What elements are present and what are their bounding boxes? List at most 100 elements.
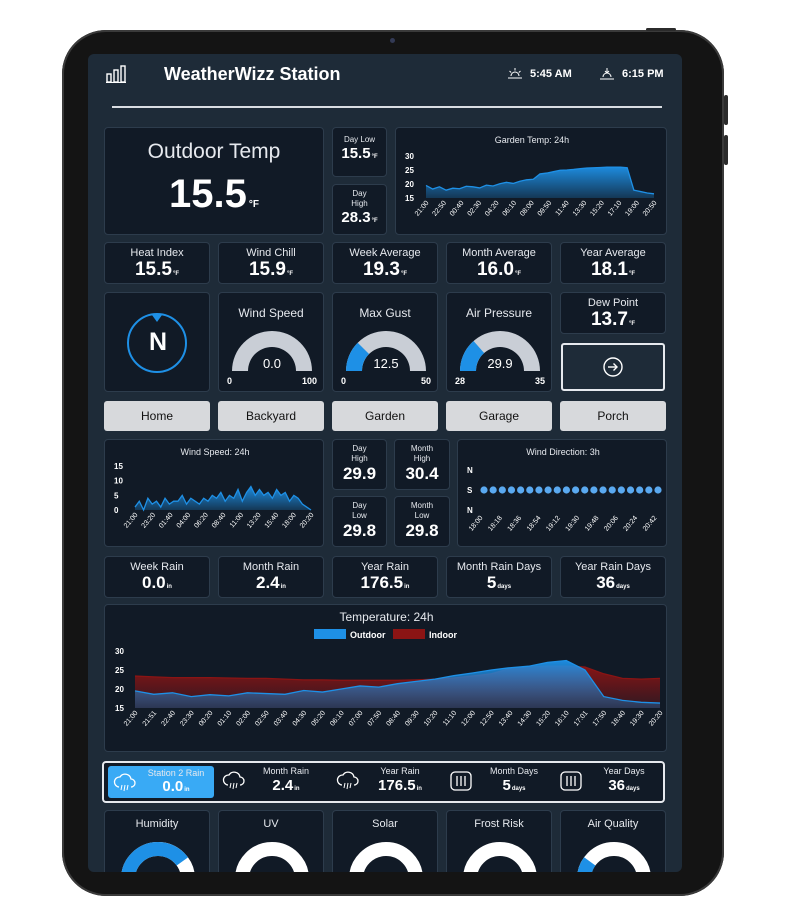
rain-bar-item[interactable]: Year Days 36days [560,766,666,799]
rain-cloud-icon [222,771,245,790]
temperature-chart: Temperature: 24h3025201521:00 21:51 22:40 2… [115,610,665,728]
y-tick-label: 0 [114,506,119,515]
rain-stat-value: 2.4 [256,573,280,592]
rain-stat-unit: in [404,584,410,590]
x-tick-label: 06:20 [193,512,210,530]
rain-stat-label: Month Rain Days [456,561,542,573]
gauge-value: 0.0 [263,356,281,371]
gauge-dial: 29.9 28 35 [455,331,545,386]
temp-stat-value: 18.1 [590,259,628,280]
rain-stat-label: Month Rain [242,561,300,573]
legend-swatch [393,629,425,639]
outdoor-temp-unit: °F [248,199,259,210]
dew-point-label: Dew Point [587,297,639,309]
location-button[interactable]: Home [104,401,210,431]
rain-stat-card: Month Rain Days 5days [446,556,552,598]
rain-stat-value: 0.0 [142,573,166,592]
x-tick-label: 05:20 [310,710,327,728]
x-tick-label: 01:40 [158,512,175,530]
x-tick-label: 00:20 [198,710,215,728]
day-high-label-2: High [351,199,368,208]
direction-point [571,486,580,494]
rain-bar-label: Month Days [489,766,539,776]
rain-stat-unit: days [616,584,630,590]
chart-title: Garden Temp: 24h [495,135,569,145]
x-tick-label: 18:18 [487,515,504,533]
rain-bar-item[interactable]: Month Days 5days [450,766,556,799]
y-tick-label: 30 [405,152,414,161]
x-tick-label: 02:00 [235,710,252,728]
temp-stat-unit: °F [286,271,294,277]
rain-bar-item[interactable]: Month Rain 2.4in [222,766,328,799]
x-tick-label: 21:51 [142,710,159,728]
x-tick-label: 19:30 [629,710,646,728]
y-tick-label: 15 [114,462,123,471]
location-button[interactable]: Backyard [218,401,324,431]
location-button[interactable]: Porch [560,401,666,431]
temp-stat-unit: °F [400,271,408,277]
x-tick-label: 20:50 [642,200,659,218]
x-tick-label: 04:00 [176,512,193,530]
location-button[interactable]: Garage [446,401,552,431]
x-tick-label: 09:30 [404,710,421,728]
rain-cloud-icon [336,771,359,790]
wind-day-high-value: 29.9 [342,464,377,483]
x-tick-label: 03:40 [273,710,290,728]
rain-stat-value: 5 [486,573,497,592]
x-tick-label: 20:24 [623,515,640,533]
day-high-label-1: Day [352,189,367,198]
donut-gauge [121,842,195,872]
location-button[interactable]: Garden [332,401,438,431]
temp-stat-label: Wind Chill [246,247,296,259]
donut-gauge [577,842,651,872]
direction-point [581,486,589,494]
temp-stat-card: Year Average 18.1°F [560,242,666,284]
x-tick-label: 01:10 [217,710,234,728]
rain-stat-unit: in [166,584,172,590]
y-tick-label: S [467,486,473,495]
x-tick-label: 19:00 [624,200,641,218]
rain-cloud-icon [113,773,136,792]
rain-stat-card: Year Rain Days 36days [560,556,666,598]
station-2-rain-label: Station 2 Rain [147,768,205,778]
gauge-max: 100 [302,376,317,386]
x-tick-label: 12:00 [460,710,477,728]
temperature-chart-card: Temperature: 24h 30 25 20 15 21:00 21:51 22:40 2… [104,604,667,752]
station-2-rain-tile[interactable]: Station 2 Rain 0.0in [108,766,214,798]
temp-stat-card: Wind Chill 15.9°F [218,242,324,284]
temp-stat-value: 15.9 [248,259,286,280]
direction-point [480,486,488,494]
rain-bar-item[interactable]: Year Rain 176.5in [336,766,442,799]
y-tick-label: N [467,506,473,515]
x-tick-label: 13:20 [246,512,263,530]
rain-bar-unit: days [626,786,640,792]
station-2-rain-unit: in [184,787,190,793]
day-low-value: 15.5 [341,145,371,162]
next-button[interactable] [561,343,665,391]
y-tick-label: 10 [114,477,123,486]
day-low-label: Day Low [343,135,376,144]
wind-day-high-label-2: High [351,454,368,463]
power-button [646,28,676,31]
x-tick-label: 02:50 [254,710,271,728]
x-tick-label: 02:30 [467,200,484,218]
wind-month-low-label-1: Month [410,501,434,510]
wind-direction-compass-card: N [104,292,210,392]
sunset-icon [600,68,614,80]
outdoor-temp-value: 15.5 [169,172,247,216]
temp-stat-value: 19.3 [362,259,400,280]
header-divider [112,106,662,108]
wind-direction-chart-card: Wind Direction: 3h N S N 18:00 18:18 18:36 18:5… [457,439,667,547]
direction-point [617,486,625,494]
bar-chart-logo-icon[interactable] [106,65,126,83]
temp-stat-value: 15.5 [134,259,172,280]
gauge-min: 0 [341,376,346,386]
outdoor-temp-label: Outdoor Temp [147,140,281,163]
temp-stat-value: 16.0 [476,259,514,280]
station-2-rain-bar: Station 2 Rain 0.0in Month Rain 2.4in Ye… [102,761,665,803]
x-tick-label: 04:20 [484,200,501,218]
x-tick-label: 00:40 [449,200,466,218]
wind-speed-chart: Wind Speed: 24h 15 10 5 0 21:00 23:20 01:40 04:0… [114,447,316,530]
rain-stat-unit: days [497,584,512,590]
wind-month-low-label-2: Low [414,511,430,520]
